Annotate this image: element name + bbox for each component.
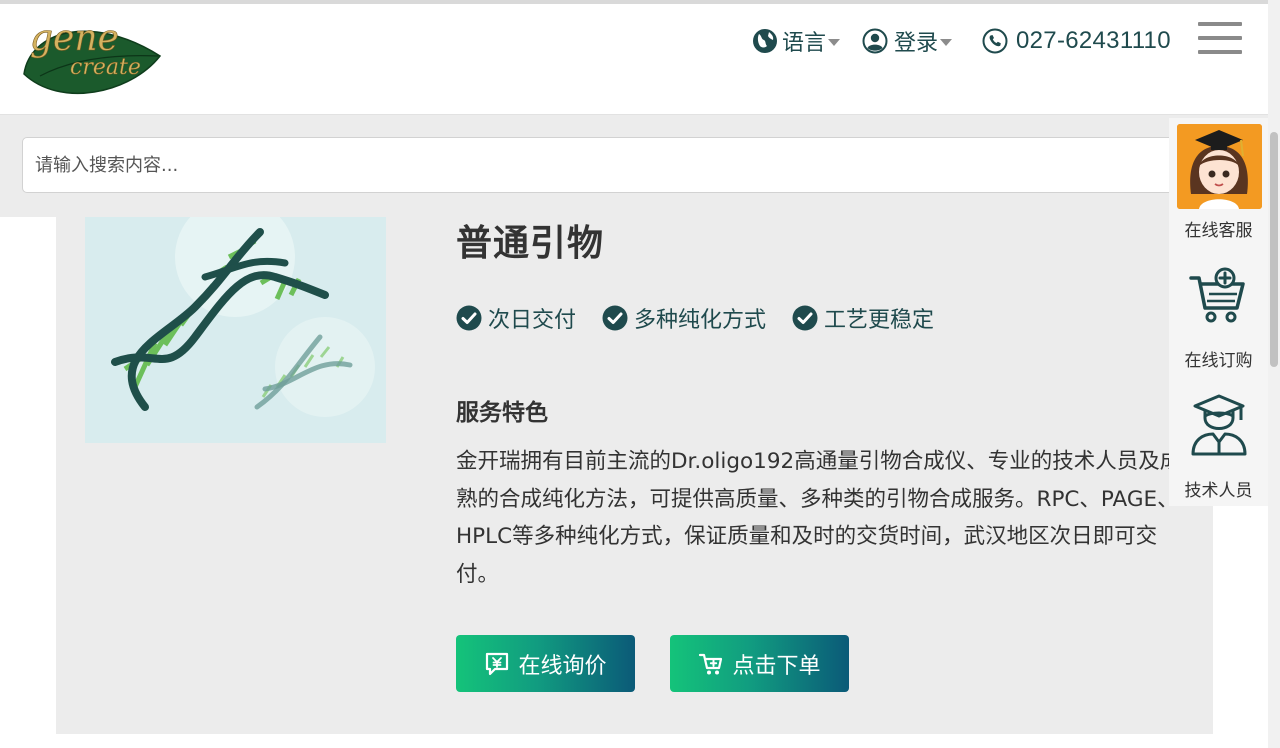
chevron-down-icon <box>940 38 953 46</box>
chevron-down-icon <box>828 38 841 46</box>
customer-service-avatar <box>1177 124 1262 209</box>
svg-text:gene: gene <box>30 18 119 59</box>
check-circle-icon <box>602 305 628 331</box>
feature-item: 多种纯化方式 <box>602 302 766 334</box>
page-scrollbar[interactable] <box>1268 0 1280 748</box>
phone-number: 027-62431110 <box>1016 27 1171 54</box>
login-label: 登录 <box>894 31 939 56</box>
quote-yen-icon <box>486 652 509 675</box>
feature-list: 次日交付 多种纯化方式 工艺更稳定 <box>456 302 960 334</box>
language-menu[interactable]: 语言 <box>752 24 841 58</box>
inquiry-label: 在线询价 <box>518 653 607 679</box>
phone-icon <box>982 28 1008 54</box>
order-label: 点击下单 <box>732 653 821 679</box>
tech-staff-item[interactable]: 技术人员 <box>1169 378 1268 503</box>
feature-label: 工艺更稳定 <box>824 308 935 333</box>
search-bar-area <box>0 115 1268 217</box>
feature-label: 多种纯化方式 <box>634 308 767 333</box>
search-input[interactable] <box>22 137 1192 193</box>
phone-contact[interactable]: 027-62431110 <box>982 24 1171 58</box>
floating-service-panel: 在线客服 在线订购 技术人员 <box>1169 118 1268 506</box>
online-service-label: 在线客服 <box>1184 221 1253 241</box>
product-description: 金开瑞拥有目前主流的Dr.oligo192高通量引物合成仪、专业的技术人员及成熟… <box>456 449 1182 587</box>
tech-staff-label: 技术人员 <box>1184 481 1253 501</box>
cart-plus-icon <box>699 653 723 674</box>
check-circle-icon <box>456 305 482 331</box>
feature-item: 工艺更稳定 <box>792 302 934 334</box>
svg-text:create: create <box>70 55 141 80</box>
site-header: gene create 语言 登录 027-62431110 <box>0 0 1280 115</box>
online-service-item[interactable]: 在线客服 <box>1169 118 1268 243</box>
online-inquiry-button[interactable]: 在线询价 <box>456 635 635 692</box>
feature-item: 次日交付 <box>456 302 576 334</box>
user-icon <box>862 28 888 54</box>
language-label: 语言 <box>782 31 827 56</box>
login-menu[interactable]: 登录 <box>862 24 953 58</box>
check-circle-icon <box>792 305 818 331</box>
product-image <box>85 217 386 443</box>
scrollbar-thumb[interactable] <box>1270 132 1278 367</box>
cart-plus-icon <box>1189 267 1245 323</box>
online-order-item[interactable]: 在线订购 <box>1169 248 1268 373</box>
top-border <box>0 0 1280 4</box>
online-order-label: 在线订购 <box>1184 351 1253 371</box>
feature-label: 次日交付 <box>488 308 577 333</box>
globe-icon <box>753 29 777 53</box>
menu-icon[interactable] <box>1198 22 1242 56</box>
site-logo[interactable]: gene create <box>20 12 166 98</box>
product-title: 普通引物 <box>456 223 605 264</box>
section-title: 服务特色 <box>456 400 548 426</box>
graduate-icon <box>1191 394 1247 456</box>
place-order-button[interactable]: 点击下单 <box>670 635 849 692</box>
